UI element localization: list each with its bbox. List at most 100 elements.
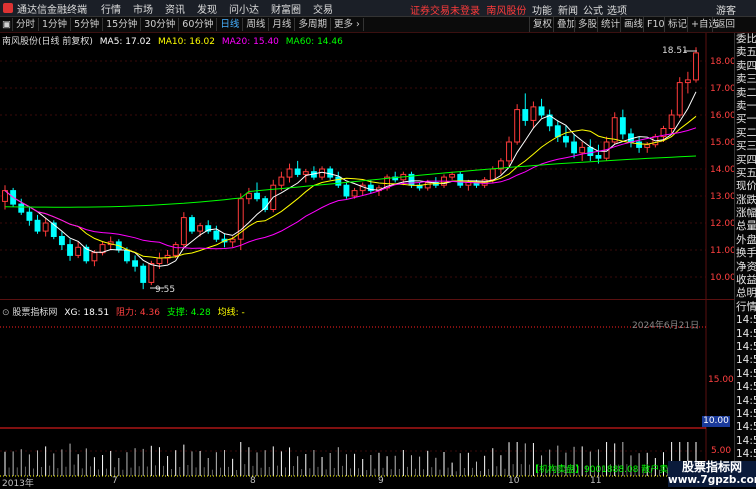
price-tick-15: 15.00 — [710, 138, 736, 148]
side-panel-item: 换手 — [736, 247, 756, 260]
menu-caifuquan[interactable]: 财富圈 — [271, 1, 301, 16]
price-tick-17: 17.00 — [710, 84, 736, 94]
candle-body — [58, 236, 65, 246]
candle-body — [156, 257, 163, 265]
menu-gongshi[interactable]: 公式 — [583, 2, 603, 17]
quote-side-panel: 委比 卖五 卖四 卖三 卖二 卖一 买一 买二 买三 买四 买五 现价 涨跌 涨幅 总量 外盘 换手 净资 收益 总明… — [734, 33, 756, 487]
period-1min[interactable]: 1分钟 — [39, 18, 72, 31]
xaxis-8: 8 — [250, 476, 256, 486]
side-panel-item: 委比 — [736, 33, 756, 45]
menu-jiaoyi[interactable]: 交易 — [313, 1, 333, 16]
candle-body — [579, 146, 586, 154]
indicator-icon: ⊙ — [2, 308, 10, 318]
login-notice[interactable]: 证券交易未登录 南风股份 — [410, 2, 526, 17]
candle-body — [91, 252, 98, 262]
side-panel-item: 总明 — [736, 287, 756, 300]
side-panel-item: 14:5 — [736, 314, 756, 327]
side-panel-item: 外盘 — [736, 233, 756, 246]
price-tick-11: 11.00 — [710, 246, 736, 256]
menu-xinwen[interactable]: 新闻 — [558, 2, 578, 17]
candle-body — [245, 192, 252, 200]
candle-body — [684, 79, 691, 84]
menu-shichang[interactable]: 市场 — [133, 1, 153, 16]
side-panel-item: 14:5 — [736, 434, 756, 447]
candle-body — [506, 141, 512, 162]
xaxis-7: 7 — [112, 476, 118, 486]
side-panel-item: 买四 — [736, 153, 756, 166]
xaxis-year: 2013年 — [2, 479, 34, 489]
menu-wenxiaoda[interactable]: 问小达 — [229, 1, 259, 16]
candle-body — [124, 249, 130, 262]
period-monthly[interactable]: 月线 — [269, 18, 296, 31]
ind-current-box: 10.00 — [702, 416, 730, 427]
menu-zixun[interactable]: 资讯 — [165, 1, 185, 16]
candle-body — [229, 238, 236, 243]
period-60min[interactable]: 60分钟 — [179, 18, 218, 31]
side-panel-item: 卖三 — [736, 73, 756, 86]
app-name: 通达信金融终端 — [17, 4, 87, 16]
ma10-line — [4, 115, 697, 259]
period-weekly[interactable]: 周线 — [243, 18, 270, 31]
stock-link: 南风股份 — [486, 6, 527, 17]
toolbar-toggle-icon[interactable]: ▣ — [0, 18, 13, 31]
side-panel-item: 行情 — [736, 300, 756, 313]
candle-body — [693, 52, 699, 81]
date-label: 2024年6月21日 — [632, 321, 700, 331]
candle-body — [302, 171, 309, 175]
btn-fanhui[interactable]: 返回 — [712, 17, 738, 32]
side-panel-item: 买三 — [736, 140, 756, 153]
period-more[interactable]: 更多 › — [331, 18, 364, 31]
candle-body — [668, 114, 675, 129]
ma60-line — [4, 155, 697, 208]
candle-body — [197, 225, 204, 232]
side-panel-item: 14:5 — [736, 327, 756, 340]
candle-body — [26, 211, 33, 221]
app-logo-icon — [3, 3, 13, 13]
candle-body — [140, 265, 147, 283]
candle-body — [132, 260, 139, 267]
candle-body — [449, 173, 456, 178]
side-panel-item: 卖一 — [736, 99, 756, 112]
candle-body — [424, 182, 431, 189]
menu-hangqing[interactable]: 行情 — [101, 1, 121, 16]
period-multi[interactable]: 多周期 — [295, 18, 331, 31]
candle-body — [42, 222, 49, 232]
watermark: 股票指标网 www.7gpzb.com — [668, 461, 756, 487]
candle-body — [562, 136, 569, 143]
side-panel-item: 净资 — [736, 260, 756, 273]
candle-body — [75, 246, 82, 256]
xaxis-9: 9 — [378, 476, 384, 486]
side-panel-item: 14:5 — [736, 381, 756, 394]
watermark-title: 股票指标网 — [681, 460, 742, 474]
period-daily[interactable]: 日线 — [217, 18, 244, 31]
high-price-label: 18.51 — [662, 46, 688, 56]
menu-xuanxiang[interactable]: 选项 — [607, 2, 627, 17]
candle-body — [619, 117, 626, 135]
indicator-zuli: 阻力: 4.36 — [116, 308, 160, 318]
candle-body — [489, 168, 496, 181]
side-panel-item: 卖四 — [736, 59, 756, 72]
candle-body — [189, 217, 195, 232]
candle-body — [148, 263, 155, 283]
candle-body — [335, 176, 342, 186]
candle-body — [636, 141, 643, 148]
period-5min[interactable]: 5分钟 — [71, 18, 104, 31]
side-panel-item: 卖五 — [736, 46, 756, 59]
period-15min[interactable]: 15分钟 — [103, 18, 142, 31]
side-panel-item: 14:5 — [736, 407, 756, 420]
ma20-line — [4, 127, 697, 250]
guest-label[interactable]: 游客 — [716, 2, 736, 17]
menu-faxian[interactable]: 发现 — [197, 1, 217, 16]
side-panel-item: 买一 — [736, 113, 756, 126]
price-tick-10: 10.00 — [710, 273, 736, 283]
ind-tick-5: 5.00 — [711, 446, 732, 456]
menu-gongneng[interactable]: 功能 — [532, 2, 552, 17]
indicator-junxian: 均线: - — [217, 308, 245, 318]
candle-body — [172, 244, 179, 256]
side-panel-item: 14:5 — [736, 394, 756, 407]
btn-fuquan[interactable]: 复权 — [529, 17, 555, 32]
candle-body — [18, 203, 25, 213]
kline-chart[interactable] — [0, 33, 734, 487]
period-fenshi[interactable]: 分时 — [13, 18, 40, 31]
period-30min[interactable]: 30分钟 — [141, 18, 180, 31]
